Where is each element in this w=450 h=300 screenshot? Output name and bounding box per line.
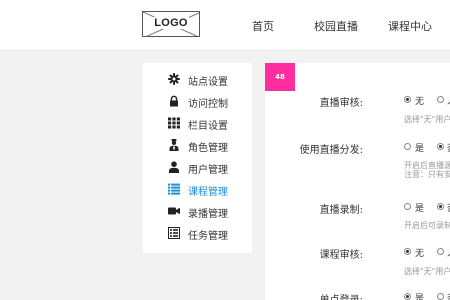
sidebar-item-label: 角色管理 <box>188 143 228 154</box>
user-icon <box>169 161 179 173</box>
sso-option-yes-label[interactable]: 是 <box>415 291 424 300</box>
live-distribution-note: 注意：只有安 <box>404 170 450 179</box>
course-review-label: 课程审核: <box>319 250 363 261</box>
live-recording-option-yes-radio[interactable] <box>404 203 411 210</box>
sidebar-item-label: 任务管理 <box>188 231 228 242</box>
logo[interactable]: LOGO <box>142 11 200 37</box>
logo-text: LOGO <box>153 17 189 29</box>
course-review-hint: 选择"无"用户 <box>404 267 450 276</box>
live-distribution-label: 使用直播分发: <box>299 145 363 156</box>
live-distribution-option-yes-label[interactable]: 是 <box>415 141 424 154</box>
sidebar-item-site-settings[interactable]: 站点设置 <box>143 70 252 90</box>
list-icon <box>168 183 180 195</box>
live-recording-label: 直播录制: <box>319 205 363 216</box>
nav-campus-live[interactable]: 校园直播 <box>314 18 358 34</box>
sidebar-item-label: 录播管理 <box>188 209 228 220</box>
sidebar-item-label: 课程管理 <box>188 187 228 198</box>
live-recording-hint: 开启后可录制 <box>404 221 450 230</box>
sidebar-item-label: 用户管理 <box>188 165 228 176</box>
nav-home[interactable]: 首页 <box>252 18 274 34</box>
live-recording-option-yes-label[interactable]: 是 <box>415 201 424 214</box>
page: LOGO 首页 校园直播 课程中心 站点设置 访问控制 栏目设置 角色管理 用户… <box>0 0 450 300</box>
course-review-option-none-radio[interactable] <box>404 248 411 255</box>
user-role-icon <box>169 139 179 151</box>
top-header: LOGO 首页 校园直播 课程中心 <box>0 0 450 51</box>
live-review-option-none-label[interactable]: 无 <box>415 94 424 107</box>
live-review-hint: 选择"无"用户 <box>404 115 450 124</box>
sidebar-item-user-management[interactable]: 用户管理 <box>143 158 252 178</box>
sidebar-item-task-management[interactable]: 任务管理 <box>143 224 252 244</box>
nav-course-center[interactable]: 课程中心 <box>388 18 432 34</box>
sidebar-item-role-management[interactable]: 角色管理 <box>143 136 252 156</box>
gear-icon <box>168 73 180 85</box>
sidebar-item-label: 访问控制 <box>188 99 228 110</box>
main-panel: 48 直播审核: 无 人 选择"无"用户 使用直播分发: 是 否 开启后直播源 … <box>265 63 450 300</box>
sidebar-item-label: 栏目设置 <box>188 121 228 132</box>
sidebar-item-access-control[interactable]: 访问控制 <box>143 92 252 112</box>
sso-label: 单点登录: <box>320 291 363 300</box>
tasks-icon <box>168 227 180 239</box>
status-badge: 48 <box>265 63 295 91</box>
sidebar-item-course-management[interactable]: 课程管理 <box>143 180 252 200</box>
live-distribution-option-yes-radio[interactable] <box>404 143 411 150</box>
grid-icon <box>168 117 180 129</box>
sso-option-no-radio[interactable] <box>437 293 444 300</box>
course-review-option-none-label[interactable]: 无 <box>415 246 424 259</box>
live-recording-option-no-radio[interactable] <box>437 203 444 210</box>
sidebar-item-recording-management[interactable]: 录播管理 <box>143 202 252 222</box>
sidebar-item-column-settings[interactable]: 栏目设置 <box>143 114 252 134</box>
admin-sidebar: 站点设置 访问控制 栏目设置 角色管理 用户管理 课程管理 录播管理 任务管理 <box>143 63 252 253</box>
lock-icon <box>170 95 178 107</box>
live-distribution-option-no-radio[interactable] <box>437 143 444 150</box>
sso-option-yes-radio[interactable] <box>404 293 411 300</box>
sidebar-item-label: 站点设置 <box>188 77 228 88</box>
video-camera-icon <box>168 207 180 215</box>
live-review-option-manual-radio[interactable] <box>437 96 444 103</box>
course-review-option-manual-radio[interactable] <box>437 248 444 255</box>
live-review-label: 直播审核: <box>319 98 363 109</box>
live-review-option-none-radio[interactable] <box>404 96 411 103</box>
